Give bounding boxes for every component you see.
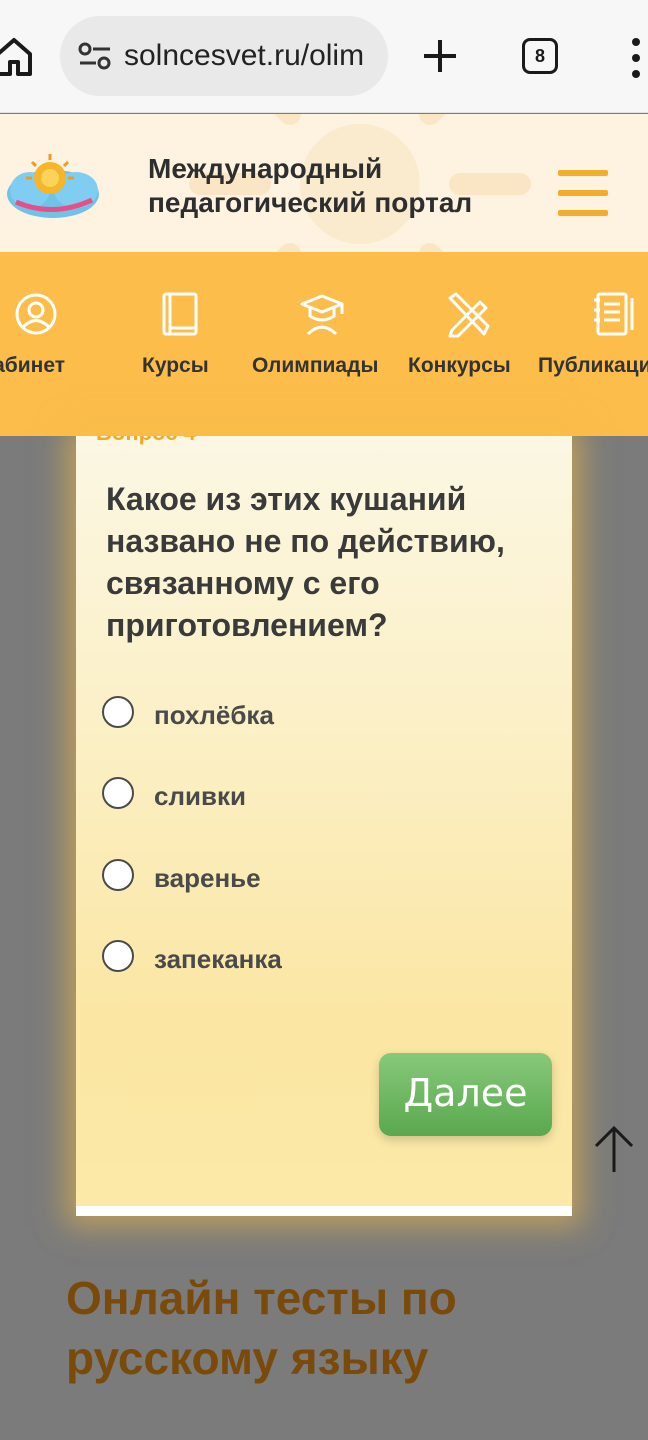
nav-item-cabinet[interactable]: Кабинет <box>0 252 100 436</box>
question-text: Какое из этих кушаний названо не по дейс… <box>106 481 505 643</box>
quiz-card: Вопрос 4 Какое из этих кушаний названо н… <box>76 436 572 1216</box>
nav-item-olympiads[interactable]: Олимпиады <box>252 252 396 436</box>
option-label[interactable]: сливки <box>154 781 246 812</box>
address-bar[interactable]: solncesvet.ru/olim <box>60 16 388 96</box>
home-icon[interactable] <box>0 32 32 80</box>
main-nav: Кабинет Курсы Олимпиады Конкурсы <box>0 252 648 436</box>
answer-option[interactable]: сливки <box>102 777 522 817</box>
profile-icon <box>15 293 57 335</box>
answer-option[interactable]: варенье <box>102 859 522 899</box>
scroll-to-top-icon[interactable] <box>592 1124 636 1174</box>
option-label[interactable]: похлёбка <box>154 700 274 731</box>
radio-button[interactable] <box>102 696 134 728</box>
answer-option[interactable]: похлёбка <box>102 696 522 736</box>
section-title: Онлайн тесты по русскому языку <box>66 1272 457 1384</box>
radio-button[interactable] <box>102 859 134 891</box>
card-bottom-strip <box>76 1206 572 1216</box>
book-icon <box>162 292 198 336</box>
nav-label: Кабинет <box>0 354 66 377</box>
notebook-icon <box>594 292 634 336</box>
answer-option[interactable]: запеканка <box>102 940 522 980</box>
browser-toolbar: solncesvet.ru/olim 8 <box>0 0 648 113</box>
site-header: Международный педагогический портал <box>0 114 648 252</box>
nav-label: Олимпиады <box>252 354 379 377</box>
nav-item-courses[interactable]: Курсы <box>140 252 230 436</box>
new-tab-icon[interactable] <box>420 36 460 76</box>
url-text[interactable]: solncesvet.ru/olim <box>124 38 380 74</box>
tab-switcher-button[interactable]: 8 <box>522 38 558 74</box>
portal-name[interactable]: Международный педагогический портал <box>148 152 538 220</box>
site-settings-icon[interactable] <box>78 42 112 70</box>
option-label[interactable]: запеканка <box>154 944 282 975</box>
radio-button[interactable] <box>102 940 134 972</box>
nav-label: Курсы <box>142 354 209 377</box>
nav-label: Конкурсы <box>408 354 511 377</box>
nav-label: Публикации <box>538 354 648 377</box>
site-logo[interactable] <box>4 150 102 222</box>
graduate-icon <box>300 294 344 336</box>
hamburger-menu-icon[interactable] <box>558 170 608 216</box>
option-label[interactable]: варенье <box>154 863 261 894</box>
next-button[interactable]: Далее <box>379 1053 552 1136</box>
question-number: Вопрос 4 <box>96 436 196 446</box>
pencil-ruler-icon <box>448 292 490 338</box>
more-menu-icon[interactable] <box>626 36 646 80</box>
radio-button[interactable] <box>102 777 134 809</box>
nav-item-publications[interactable]: Публикации <box>538 252 648 436</box>
nav-item-contests[interactable]: Конкурсы <box>408 252 528 436</box>
